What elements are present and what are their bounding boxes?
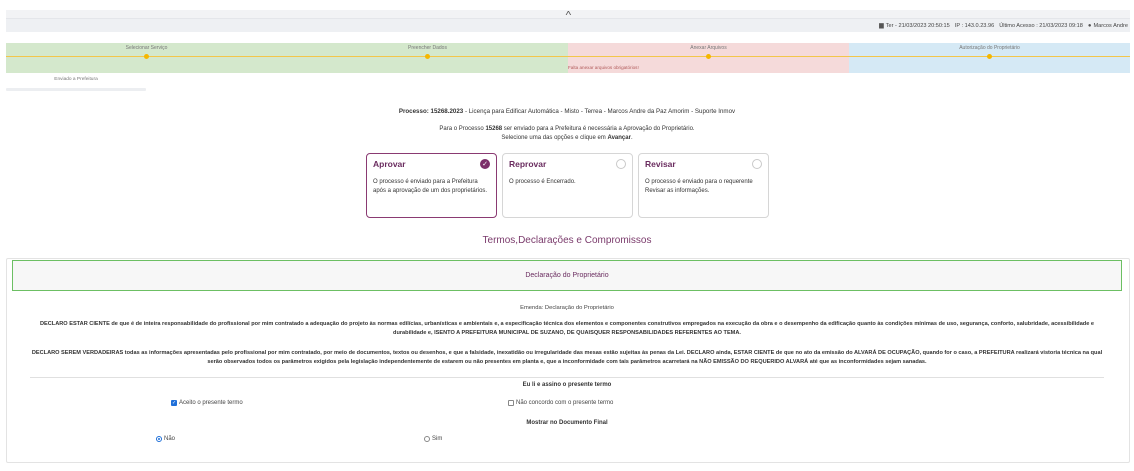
step-label: Enviado a Prefeitura [54,77,98,82]
instruction-line-2: Selecione uma das opções e clique em Ava… [0,135,1134,141]
instruction-avancar: Avançar [607,135,631,141]
show-sim-label[interactable]: Sim [432,436,442,442]
accept-term-label[interactable]: Aceito o presente termo [179,400,243,406]
step-track [6,88,146,91]
chevron-up-icon[interactable]: ˄ [565,10,572,18]
date-item: ▆ Ter - 21/03/2023 20:50:15 [879,22,950,30]
option-radio-checked-icon[interactable]: ✓ [480,159,490,169]
option-radio-icon[interactable] [616,159,626,169]
step-label: Preencher Dados [408,45,447,51]
last-access-label: Último Acesso : 21/03/2023 09:18 [999,22,1083,29]
checkbox-checked-icon[interactable]: ✓ [171,400,177,406]
divider [30,377,1104,378]
user-item[interactable]: ● Marcos Andre [1088,23,1128,29]
option-title: Reprovar [509,159,547,169]
declaration-header[interactable]: Declaração do Proprietário [12,260,1122,291]
step-preencher-dados: Preencher Dados [287,43,568,73]
step-dot [706,54,711,59]
show-nao-option[interactable]: Não [156,436,175,442]
instruction-process-number: 15268 [485,126,503,132]
radio-icon[interactable] [424,436,430,442]
step-enviado-prefeitura: Enviado a Prefeitura [6,77,146,91]
ip-label: IP : 143.0.23.96 [954,22,995,29]
termos-title: Termos,Declarações e Compromissos [482,235,652,246]
date-label: Ter - 21/03/2023 20:50:15 [885,22,950,29]
step-warning: Falta anexar arquivos obrigatórios! [568,65,639,70]
show-in-document-title: Mostrar no Documento Final [526,420,608,426]
user-name[interactable]: Marcos Andre [1093,23,1128,29]
process-number: 15268.2023 [430,108,464,115]
step-anexar-arquivos: Anexar Arquivos Falta anexar arquivos ob… [568,43,849,73]
emenda-label: Emenda: Declaração do Proprietário [520,305,614,311]
decline-term-label[interactable]: Não concordo com o presente termo [516,400,613,406]
instruction-text: Selecione uma das opções e clique em [501,135,608,141]
step-selecionar-servico: Selecionar Serviço [6,43,287,73]
option-card-revisar[interactable]: Revisar O processo é enviado para o requ… [638,153,769,218]
show-nao-label[interactable]: Não [164,436,175,442]
declaration-paragraph-1: DECLARO ESTAR CIENTE de que é de inteira… [40,321,1094,336]
process-description: - Licença para Edificar Automática - Mis… [463,108,736,115]
process-summary: Processo: 15268.2023 - Licença para Edif… [0,108,1134,115]
option-desc: O processo é enviado para o requerente R… [645,179,753,194]
option-card-aprovar[interactable]: Aprovar ✓ O processo é enviado para a Pr… [366,153,497,218]
show-sim-option[interactable]: Sim [424,436,442,442]
option-title: Revisar [645,159,676,169]
step-autorizacao-proprietario: Autorização do Proprietário [849,43,1130,73]
calendar-icon: ▆ [879,23,884,29]
option-desc: O processo é enviado para a Prefeitura a… [373,179,488,194]
step-label: Anexar Arquivos [690,45,727,51]
instruction-line-1: Para o Processo 15268 ser enviado para a… [0,126,1134,132]
instruction-text: Para o Processo [439,126,486,132]
radio-selected-icon[interactable] [156,436,162,442]
option-card-reprovar[interactable]: Reprovar O processo é Encerrado. [502,153,633,218]
step-label: Selecionar Serviço [125,45,168,51]
option-desc: O processo é Encerrado. [509,179,576,185]
accept-term-option[interactable]: ✓ Aceito o presente termo [171,400,243,406]
user-icon: ● [1087,22,1092,29]
info-bar: ▆ Ter - 21/03/2023 20:50:15 IP : 143.0.2… [6,19,1130,32]
collapse-header-bar[interactable]: ˄ [6,10,1130,19]
checkbox-icon[interactable] [508,400,514,406]
option-radio-icon[interactable] [752,159,762,169]
instruction-text: ser enviado para a Prefeitura é necessár… [502,126,695,132]
process-prefix: Processo: [398,108,429,115]
step-label: Autorização do Proprietário [959,45,1020,51]
step-dot [425,54,430,59]
option-title: Aprovar [373,159,406,169]
declaration-paragraph-2: DECLARO SEREM VERDADEIRAS todas as infor… [31,350,1103,365]
step-dot [987,54,992,59]
step-dot [144,54,149,59]
progress-steps: Selecionar Serviço Preencher Dados Anexa… [6,43,1130,73]
decline-term-option[interactable]: Não concordo com o presente termo [508,400,613,406]
sign-term-title: Eu li e assino o presente termo [522,382,612,388]
instruction-text: . [630,135,633,141]
